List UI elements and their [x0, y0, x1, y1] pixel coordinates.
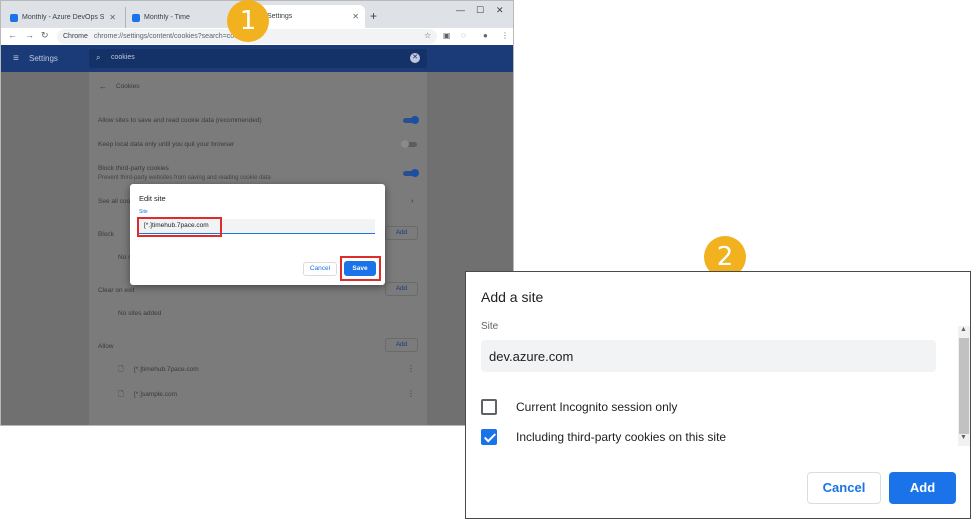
scrollbar[interactable]: ▲ ▼ — [958, 326, 970, 446]
dialog-title: Add a site — [481, 289, 544, 305]
site-input-value: dev.azure.com — [489, 349, 574, 364]
more-actions-icon[interactable]: ⋮ — [407, 364, 415, 373]
new-tab-icon[interactable]: + — [370, 9, 377, 23]
bookmark-star-icon[interactable]: ☆ — [424, 31, 431, 40]
search-icon: ⌕ — [96, 53, 101, 62]
extension-icon[interactable]: ◌ — [461, 31, 466, 40]
profile-icon[interactable]: ● — [483, 31, 488, 40]
scroll-up-arrow-icon[interactable]: ▲ — [960, 326, 967, 333]
cancel-button[interactable]: Cancel — [303, 262, 337, 276]
file-icon: 🗋 — [118, 366, 124, 373]
tab-azure-devops[interactable]: Monthly - Azure DevOps Services ✕ — [4, 7, 122, 28]
tab-label: Monthly - Time — [144, 14, 190, 21]
back-arrow-icon[interactable]: ← — [8, 30, 17, 40]
hamburger-menu-icon[interactable]: ≡ — [13, 53, 19, 64]
settings-title: Settings — [29, 54, 58, 63]
site-input[interactable]: dev.azure.com — [481, 340, 936, 372]
extension-icon[interactable]: ▣ — [443, 31, 451, 40]
maximize-icon[interactable]: ☐ — [476, 5, 484, 16]
file-icon: 🗋 — [118, 391, 124, 398]
azure-devops-icon — [10, 13, 18, 22]
minimize-icon[interactable]: — — [456, 5, 465, 15]
tab-label: Settings — [267, 13, 293, 20]
keep-local-label: Keep local data only until you quit your… — [98, 141, 235, 148]
settings-search-input[interactable]: ⌕ cookies ✕ — [89, 49, 427, 68]
save-button-highlight — [340, 256, 381, 281]
clear-search-icon[interactable]: ✕ — [410, 53, 420, 63]
scroll-down-arrow-icon[interactable]: ▼ — [960, 434, 967, 441]
scrollbar-thumb[interactable] — [959, 338, 969, 434]
third-party-checkbox[interactable] — [481, 429, 497, 445]
close-tab-icon[interactable]: ✕ — [352, 12, 359, 21]
page-title: Cookies — [116, 83, 140, 90]
azure-devops-icon — [132, 13, 140, 22]
window-close-icon[interactable]: ✕ — [496, 5, 504, 16]
close-tab-icon[interactable]: ✕ — [109, 13, 116, 22]
site-field-label: Site — [139, 209, 148, 215]
allow-site-item: [*.]sample.com — [134, 391, 177, 398]
tab-label: Monthly - Azure DevOps Services — [22, 14, 105, 21]
clear-add-button[interactable]: Add — [385, 282, 418, 296]
site-input-highlight — [137, 217, 222, 237]
block-third-party-toggle[interactable] — [403, 169, 419, 177]
incognito-only-option[interactable]: Current Incognito session only — [481, 399, 677, 415]
third-party-option[interactable]: Including third-party cookies on this si… — [481, 429, 726, 445]
forward-arrow-icon[interactable]: → — [25, 30, 34, 40]
search-value: cookies — [111, 54, 135, 61]
step-1-callout: 1 — [227, 0, 269, 42]
allow-save-toggle[interactable] — [403, 116, 419, 124]
block-third-party-label: Block third-party cookies — [98, 165, 169, 172]
cancel-button[interactable]: Cancel — [807, 472, 881, 504]
block-third-party-description: Prevent third-party websites from saving… — [98, 175, 271, 181]
clear-empty-text: No sites added — [118, 310, 162, 317]
keep-local-toggle[interactable] — [401, 140, 417, 148]
back-arrow-icon[interactable]: ← — [99, 82, 107, 91]
block-add-button[interactable]: Add — [385, 226, 418, 240]
incognito-only-checkbox[interactable] — [481, 399, 497, 415]
third-party-label: Including third-party cookies on this si… — [516, 430, 727, 444]
incognito-only-label: Current Incognito session only — [516, 400, 678, 414]
add-site-dialog: Add a site Site dev.azure.com Current In… — [465, 271, 971, 519]
chrome-scheme-label: Chrome — [63, 33, 88, 40]
settings-header: ≡ Settings ⌕ cookies ✕ — [1, 45, 513, 72]
url-text: chrome://settings/content/cookies?search… — [93, 33, 251, 40]
clear-on-exit-heading: Clear on exit — [98, 287, 135, 294]
menu-kebab-icon[interactable]: ⋮ — [501, 31, 509, 40]
reload-icon[interactable]: ↻ — [41, 30, 49, 41]
more-actions-icon[interactable]: ⋮ — [407, 389, 415, 398]
add-button[interactable]: Add — [889, 472, 956, 504]
allow-site-item: [*.]timehub.7pace.com — [134, 366, 199, 373]
allow-add-button[interactable]: Add — [385, 338, 418, 352]
allow-section-heading: Allow — [98, 343, 114, 350]
dialog-title: Edit site — [139, 194, 166, 203]
chevron-right-icon: › — [411, 198, 414, 205]
block-section-heading: Block — [98, 231, 114, 238]
allow-save-label: Allow sites to save and read cookie data… — [98, 117, 262, 124]
site-field-label: Site — [481, 321, 499, 332]
